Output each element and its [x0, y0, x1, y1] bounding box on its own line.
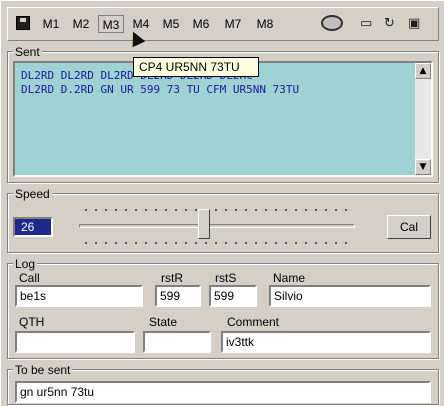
- call-field[interactable]: be1s: [15, 285, 143, 307]
- sent-label: Sent: [13, 45, 42, 59]
- memory-button-m7[interactable]: M7: [220, 15, 246, 33]
- slider-ticks-bottom: [81, 241, 351, 245]
- speed-value[interactable]: 26: [13, 217, 53, 237]
- monitor-icon[interactable]: ▭: [360, 14, 372, 34]
- sent-scrollbar[interactable]: ▲ ▼: [415, 63, 431, 175]
- memory-button-m4[interactable]: M4: [128, 15, 154, 33]
- cal-button[interactable]: Cal: [387, 215, 431, 239]
- qth-label: QTH: [19, 315, 45, 329]
- slider-ticks-top: [81, 208, 351, 212]
- memory-button-m3[interactable]: M3: [98, 15, 124, 33]
- state-field[interactable]: [143, 331, 211, 353]
- sent-line: DL2RD D.2RD GN UR 599 73 TU CFM UR5NN 73…: [21, 83, 300, 96]
- memory-button-m2[interactable]: M2: [68, 15, 94, 33]
- floppy-disk-icon[interactable]: [16, 16, 30, 30]
- memory-button-m8[interactable]: M8: [252, 15, 278, 33]
- refresh-icon[interactable]: ↻: [384, 14, 395, 34]
- speed-slider-track[interactable]: [79, 224, 355, 228]
- tooltip: CP4 UR5NN 73TU: [133, 57, 259, 77]
- to-be-sent-label: To be sent: [13, 363, 73, 377]
- sent-textarea[interactable]: DL2RD DL2RD DL2RD DL2RD DL2RD DL2RC DL2R…: [13, 61, 433, 177]
- speed-slider-thumb[interactable]: [198, 209, 210, 239]
- scroll-down-icon[interactable]: ▼: [415, 159, 431, 175]
- memory-button-m6[interactable]: M6: [188, 15, 214, 33]
- comment-field[interactable]: iv3ttk: [221, 331, 431, 353]
- memory-button-m1[interactable]: M1: [38, 15, 64, 33]
- state-label: State: [149, 315, 178, 329]
- circle-icon[interactable]: [321, 15, 343, 31]
- cw-keyer-window: M1 M2 M3 M4 M5 M6 M7 M8 ▭ ↻ ▣ CP4 UR5NN …: [0, 0, 444, 406]
- to-be-sent-field[interactable]: gn ur5nn 73tu: [15, 381, 431, 403]
- toolbar: M1 M2 M3 M4 M5 M6 M7 M8 ▭ ↻ ▣: [7, 7, 439, 41]
- name-field[interactable]: Silvio: [269, 285, 431, 307]
- rstr-label: rstR: [161, 271, 183, 285]
- rstr-field[interactable]: 599: [155, 285, 201, 307]
- speed-label: Speed: [13, 187, 52, 201]
- call-label: Call: [19, 271, 40, 285]
- qth-field[interactable]: [15, 331, 135, 353]
- name-label: Name: [273, 271, 306, 285]
- log-label: Log: [13, 257, 38, 271]
- window-icon[interactable]: ▣: [408, 14, 420, 34]
- rsts-label: rstS: [215, 271, 237, 285]
- comment-label: Comment: [227, 315, 280, 329]
- rsts-field[interactable]: 599: [209, 285, 257, 307]
- memory-button-m5[interactable]: M5: [158, 15, 184, 33]
- scroll-up-icon[interactable]: ▲: [415, 63, 431, 79]
